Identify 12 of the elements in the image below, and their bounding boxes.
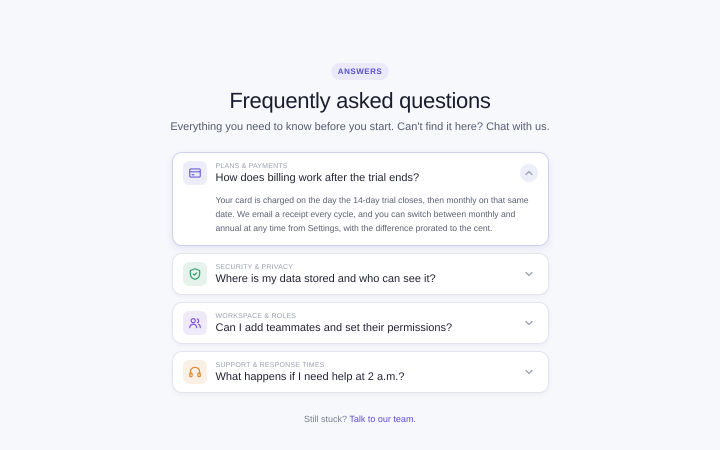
question-text: How does billing work after the trial ends? bbox=[216, 172, 420, 184]
footer-text: Still stuck? bbox=[304, 414, 348, 424]
contact-link[interactable]: Talk to our team. bbox=[349, 414, 416, 424]
question-text: Can I add teammates and set their permissions? bbox=[216, 322, 454, 334]
faq-card[interactable] bbox=[172, 152, 548, 246]
question-text: Where is my data stored and who can see it? bbox=[216, 272, 437, 284]
page-title: Frequently asked questions bbox=[229, 88, 491, 114]
collapse-chevron-icon[interactable] bbox=[520, 164, 538, 182]
section-badge: ANSWERS bbox=[330, 63, 390, 80]
page-subtitle: Everything you need to know before you start. Can't find it here? Chat with us. bbox=[170, 121, 550, 133]
question-text: What happens if I need help at 2 a.m.? bbox=[216, 370, 406, 382]
answer-text: Your card is charged on the day the 14-day trial closes, then monthly on that same date. We email a receipt every cycle, and you can switch between monthly and annual at any time from Settings, with the difference prorated to the cent. bbox=[216, 194, 530, 235]
